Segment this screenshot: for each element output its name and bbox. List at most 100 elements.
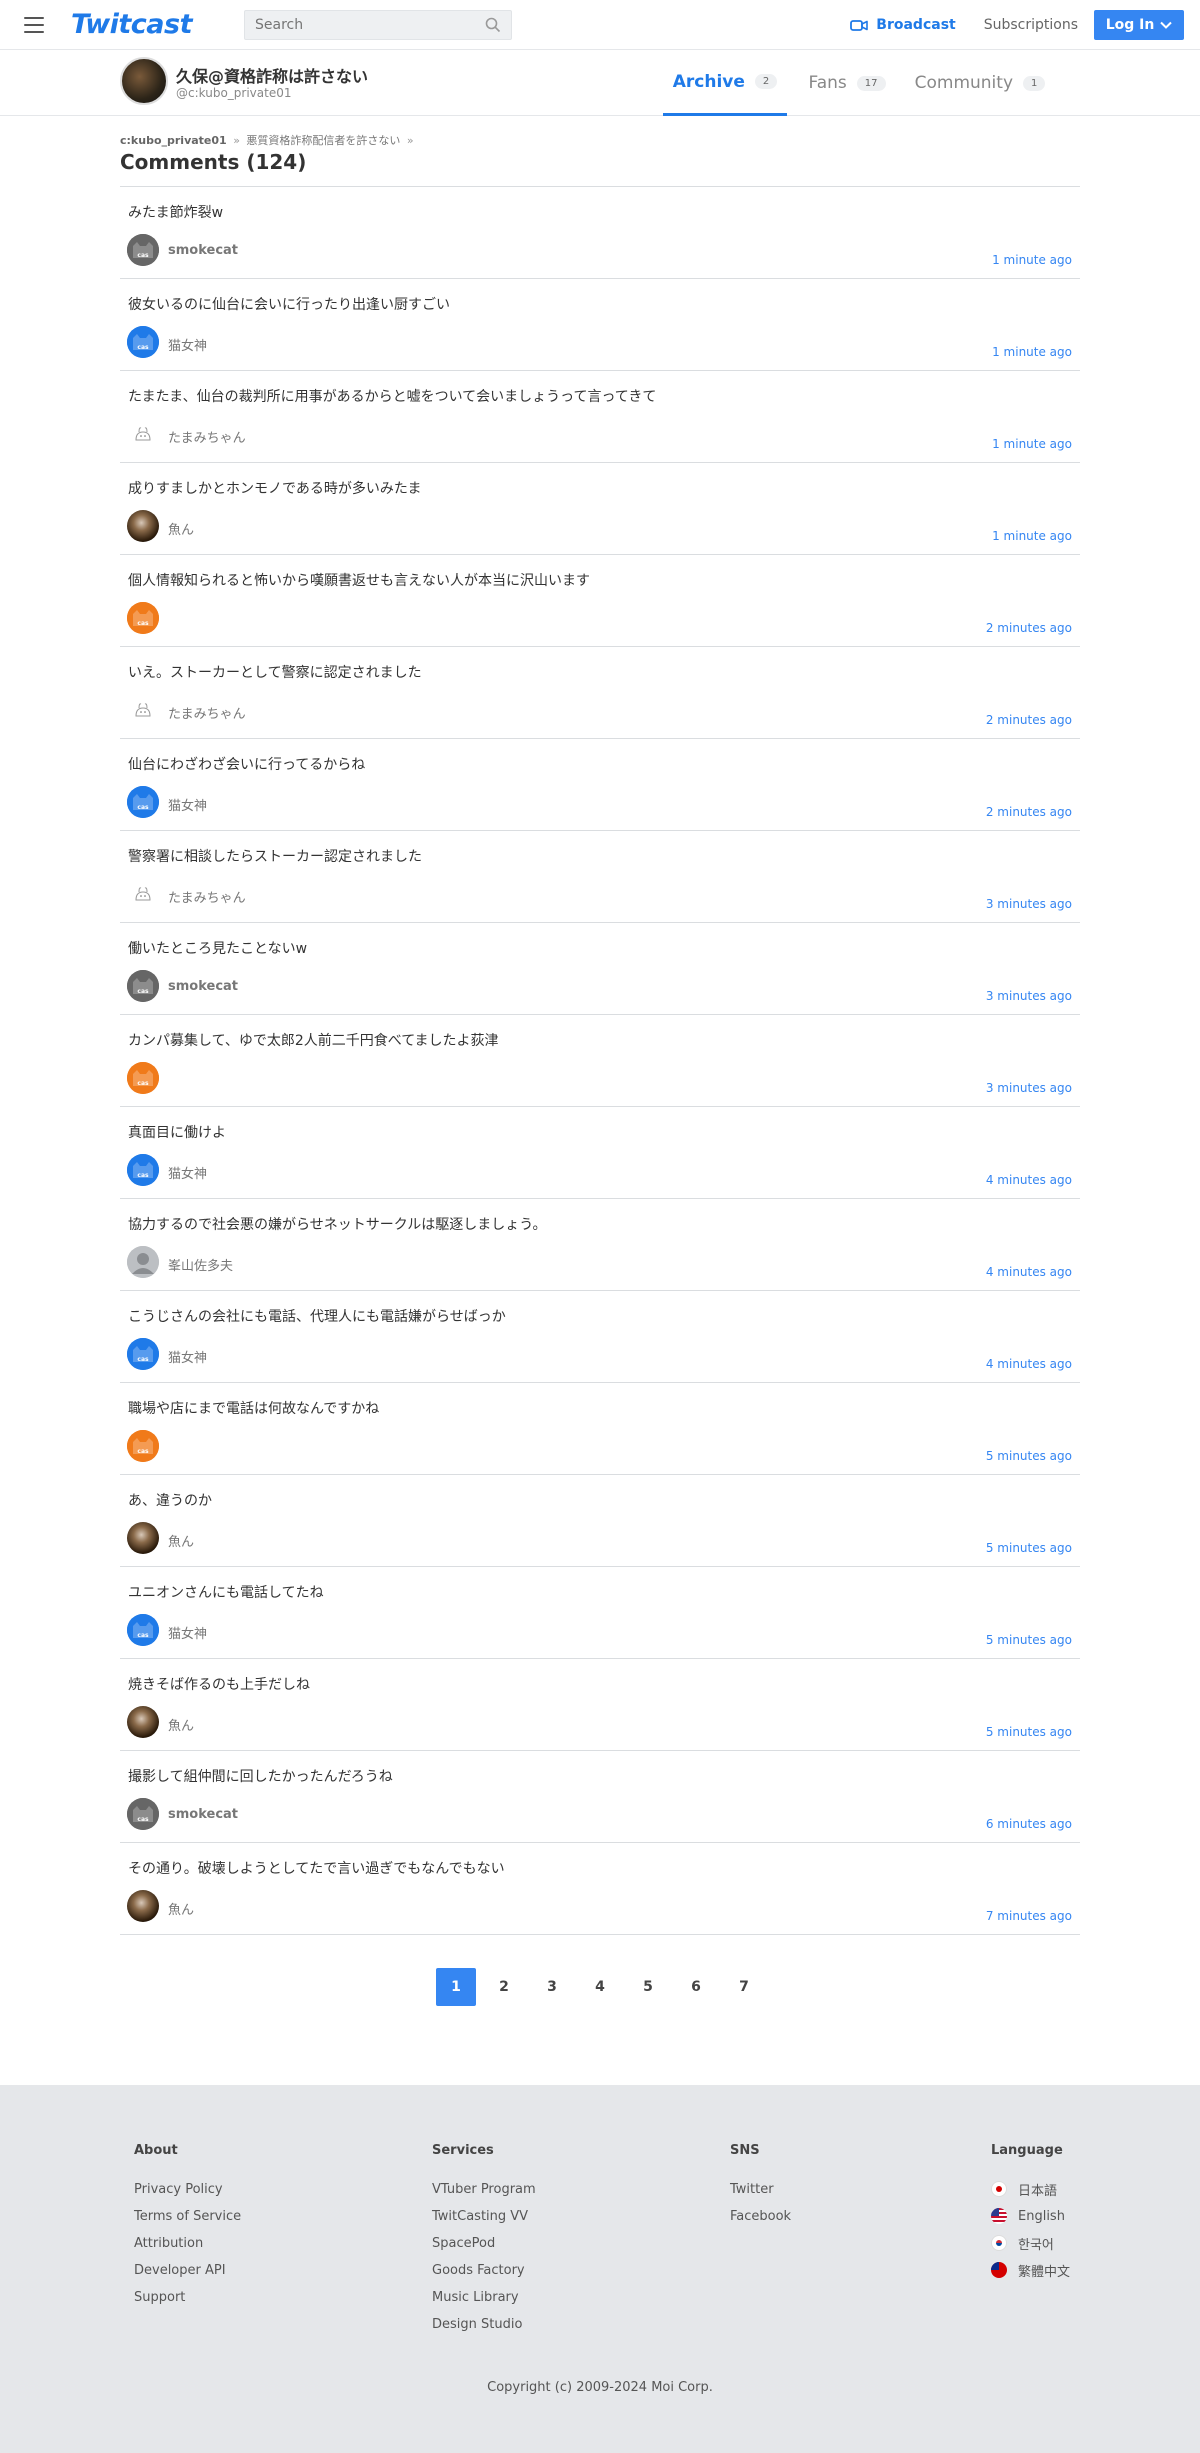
- page-button[interactable]: 7: [724, 1968, 764, 2006]
- comment-timestamp[interactable]: 1 minute ago: [992, 437, 1072, 451]
- footer-link[interactable]: Attribution: [134, 2236, 241, 2251]
- tab-archive[interactable]: Archive 2: [663, 50, 787, 116]
- comment-timestamp[interactable]: 7 minutes ago: [986, 1909, 1072, 1923]
- page-button[interactable]: 5: [628, 1968, 668, 2006]
- footer-link[interactable]: Privacy Policy: [134, 2182, 241, 2197]
- user-avatar[interactable]: cas: [127, 1062, 159, 1094]
- user-avatar[interactable]: [127, 510, 159, 542]
- profile-avatar[interactable]: [120, 57, 168, 105]
- user-avatar[interactable]: cas: [127, 970, 159, 1002]
- comment-timestamp[interactable]: 5 minutes ago: [986, 1449, 1072, 1463]
- user-avatar[interactable]: cas: [127, 1614, 159, 1646]
- comment-timestamp[interactable]: 6 minutes ago: [986, 1817, 1072, 1831]
- tab-community[interactable]: Community 1: [907, 50, 1053, 116]
- tab-label: Archive: [672, 71, 745, 92]
- comment-text: 協力するので社会悪の嫌がらせネットサークルは駆逐しましょう。: [128, 1217, 547, 1233]
- page-button[interactable]: 3: [532, 1968, 572, 2006]
- subscriptions-link[interactable]: Subscriptions: [984, 17, 1078, 33]
- user-avatar[interactable]: cas: [127, 326, 159, 358]
- user-avatar[interactable]: [127, 1706, 159, 1738]
- user-avatar[interactable]: cas: [127, 234, 159, 266]
- hamburger-menu-icon[interactable]: [24, 16, 44, 33]
- page-button[interactable]: 4: [580, 1968, 620, 2006]
- footer-link[interactable]: Support: [134, 2290, 241, 2305]
- tab-label: Community: [914, 73, 1013, 93]
- search-icon[interactable]: [485, 17, 501, 33]
- user-avatar[interactable]: [127, 1522, 159, 1554]
- breadcrumb-community[interactable]: 悪質資格詐称配信者を許さない: [246, 134, 400, 147]
- user-avatar[interactable]: [127, 878, 159, 910]
- page-button[interactable]: 1: [436, 1968, 476, 2006]
- comment-timestamp[interactable]: 4 minutes ago: [986, 1265, 1072, 1279]
- login-button[interactable]: Log In: [1094, 10, 1184, 40]
- footer-link-facebook[interactable]: Facebook: [730, 2209, 791, 2224]
- user-avatar[interactable]: cas: [127, 1154, 159, 1186]
- comment-timestamp[interactable]: 2 minutes ago: [986, 621, 1072, 635]
- breadcrumb-user[interactable]: c:kubo_private01: [120, 134, 227, 147]
- footer-link[interactable]: Goods Factory: [432, 2263, 536, 2278]
- page-button[interactable]: 2: [484, 1968, 524, 2006]
- search-input[interactable]: [255, 16, 486, 33]
- comment-timestamp[interactable]: 3 minutes ago: [986, 989, 1072, 1003]
- comment-timestamp[interactable]: 5 minutes ago: [986, 1541, 1072, 1555]
- comment-timestamp[interactable]: 5 minutes ago: [986, 1725, 1072, 1739]
- comment-timestamp[interactable]: 2 minutes ago: [986, 713, 1072, 727]
- comment-username[interactable]: 猫女神: [168, 1623, 207, 1642]
- comment-username[interactable]: 魚ん: [168, 519, 194, 538]
- comment-timestamp[interactable]: 3 minutes ago: [986, 1081, 1072, 1095]
- user-avatar[interactable]: cas: [127, 786, 159, 818]
- user-avatar[interactable]: [127, 694, 159, 726]
- language-option-ja[interactable]: 日本語: [991, 2181, 1070, 2199]
- comment-username[interactable]: smokecat: [168, 979, 238, 994]
- user-avatar[interactable]: [127, 418, 159, 450]
- comment-username[interactable]: 猫女神: [168, 795, 207, 814]
- comment-username[interactable]: 猫女神: [168, 1163, 207, 1182]
- comment-username[interactable]: たまみちゃん: [168, 703, 246, 722]
- footer-link[interactable]: TwitCasting VV: [432, 2209, 536, 2224]
- footer-link[interactable]: Design Studio: [432, 2317, 536, 2332]
- comment-username[interactable]: 猫女神: [168, 335, 207, 354]
- breadcrumb: c:kubo_private01 » 悪質資格詐称配信者を許さない »: [120, 132, 1080, 147]
- comment-item: たまたま、仙台の裁判所に用事があるからと嘘をついて会いましょうって言ってきて たま…: [120, 371, 1080, 463]
- comment-username[interactable]: smokecat: [168, 243, 238, 258]
- site-logo[interactable]: Twitcast: [71, 9, 193, 40]
- comment-timestamp[interactable]: 4 minutes ago: [986, 1173, 1072, 1187]
- comment-timestamp[interactable]: 4 minutes ago: [986, 1357, 1072, 1371]
- comment-timestamp[interactable]: 5 minutes ago: [986, 1633, 1072, 1647]
- footer-link[interactable]: Music Library: [432, 2290, 536, 2305]
- footer-link[interactable]: Terms of Service: [134, 2209, 241, 2224]
- language-option-zh-tw[interactable]: 繁體中文: [991, 2262, 1070, 2280]
- comment-timestamp[interactable]: 1 minute ago: [992, 253, 1072, 267]
- comment-username[interactable]: たまみちゃん: [168, 427, 246, 446]
- user-avatar[interactable]: [127, 1890, 159, 1922]
- tab-fans[interactable]: Fans 17: [787, 50, 907, 116]
- broadcast-button[interactable]: Broadcast: [850, 17, 956, 33]
- profile-name[interactable]: 久保@資格詐称は許さない: [176, 63, 368, 87]
- user-avatar[interactable]: [127, 1246, 159, 1278]
- footer-link-twitter[interactable]: Twitter: [730, 2182, 791, 2197]
- comment-timestamp[interactable]: 1 minute ago: [992, 345, 1072, 359]
- comment-item: 真面目に働けよ cas 猫女神 4 minutes ago: [120, 1107, 1080, 1199]
- search-box[interactable]: [244, 9, 513, 40]
- language-option-en[interactable]: English: [991, 2208, 1070, 2224]
- breadcrumb-separator: »: [406, 134, 414, 147]
- comment-username[interactable]: たまみちゃん: [168, 887, 246, 906]
- footer-link[interactable]: SpacePod: [432, 2236, 536, 2251]
- comment-timestamp[interactable]: 3 minutes ago: [986, 897, 1072, 911]
- user-avatar[interactable]: cas: [127, 602, 159, 634]
- comment-username[interactable]: 峯山佐多夫: [168, 1255, 233, 1274]
- comment-username[interactable]: 魚ん: [168, 1531, 194, 1550]
- user-avatar[interactable]: cas: [127, 1338, 159, 1370]
- comment-timestamp[interactable]: 2 minutes ago: [986, 805, 1072, 819]
- footer-link[interactable]: VTuber Program: [432, 2182, 536, 2197]
- user-avatar[interactable]: cas: [127, 1430, 159, 1462]
- comment-username[interactable]: 魚ん: [168, 1899, 194, 1918]
- comment-username[interactable]: 猫女神: [168, 1347, 207, 1366]
- comment-username[interactable]: 魚ん: [168, 1715, 194, 1734]
- user-avatar[interactable]: cas: [127, 1798, 159, 1830]
- footer-link[interactable]: Developer API: [134, 2263, 241, 2278]
- comment-username[interactable]: smokecat: [168, 1807, 238, 1822]
- language-option-ko[interactable]: 한국어: [991, 2235, 1070, 2253]
- page-button[interactable]: 6: [676, 1968, 716, 2006]
- comment-timestamp[interactable]: 1 minute ago: [992, 529, 1072, 543]
